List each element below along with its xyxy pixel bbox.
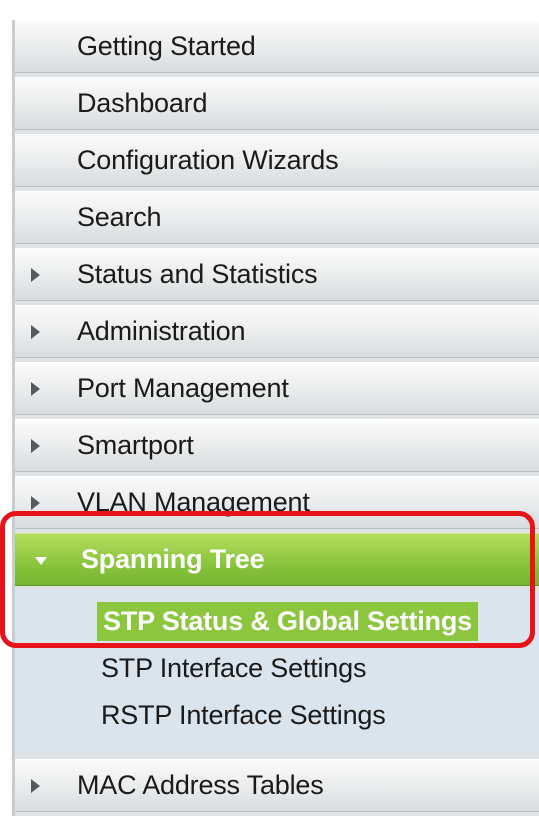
caret-right-icon (31, 438, 40, 453)
nav-item-label: VLAN Management (77, 487, 310, 517)
sidebar-nav: Getting Started Dashboard Configuration … (12, 20, 539, 816)
nav-item-configuration-wizards[interactable]: Configuration Wizards (15, 134, 539, 187)
submenu-item-label: STP Interface Settings (101, 653, 367, 683)
nav-item-spanning-tree[interactable]: Spanning Tree (15, 533, 539, 586)
nav-item-label: Administration (77, 316, 246, 346)
nav-item-getting-started[interactable]: Getting Started (15, 20, 539, 73)
caret-right-icon (31, 495, 40, 510)
nav-item-administration[interactable]: Administration (15, 305, 539, 358)
submenu-item-stp-interface-settings[interactable]: STP Interface Settings (15, 645, 539, 692)
nav-item-port-management[interactable]: Port Management (15, 362, 539, 415)
submenu-item-stp-status-global-settings[interactable]: STP Status & Global Settings (15, 598, 539, 645)
submenu-item-rstp-interface-settings[interactable]: RSTP Interface Settings (15, 692, 539, 739)
nav-item-label: Spanning Tree (81, 544, 265, 574)
nav-item-label: Status and Statistics (77, 259, 318, 289)
spanning-tree-submenu: STP Status & Global Settings STP Interfa… (15, 590, 539, 753)
nav-item-label: Search (77, 202, 162, 232)
nav-item-label: Configuration Wizards (77, 145, 339, 175)
nav-item-status-and-statistics[interactable]: Status and Statistics (15, 248, 539, 301)
nav-item-smartport[interactable]: Smartport (15, 419, 539, 472)
caret-right-icon (31, 778, 40, 793)
nav-item-search[interactable]: Search (15, 191, 539, 244)
nav-item-label: Smartport (77, 430, 194, 460)
nav-item-label: MAC Address Tables (77, 770, 324, 800)
submenu-item-label: RSTP Interface Settings (101, 700, 386, 730)
nav-item-dashboard[interactable]: Dashboard (15, 77, 539, 130)
submenu-item-label: STP Status & Global Settings (97, 602, 478, 641)
caret-right-icon (31, 267, 40, 282)
nav-item-vlan-management[interactable]: VLAN Management (15, 476, 539, 529)
caret-down-icon (35, 556, 47, 565)
nav-item-label: Dashboard (77, 88, 208, 118)
caret-right-icon (31, 381, 40, 396)
nav-item-mac-address-tables[interactable]: MAC Address Tables (15, 759, 539, 812)
nav-item-label: Port Management (77, 373, 289, 403)
nav-item-label: Getting Started (77, 31, 256, 61)
caret-right-icon (31, 324, 40, 339)
